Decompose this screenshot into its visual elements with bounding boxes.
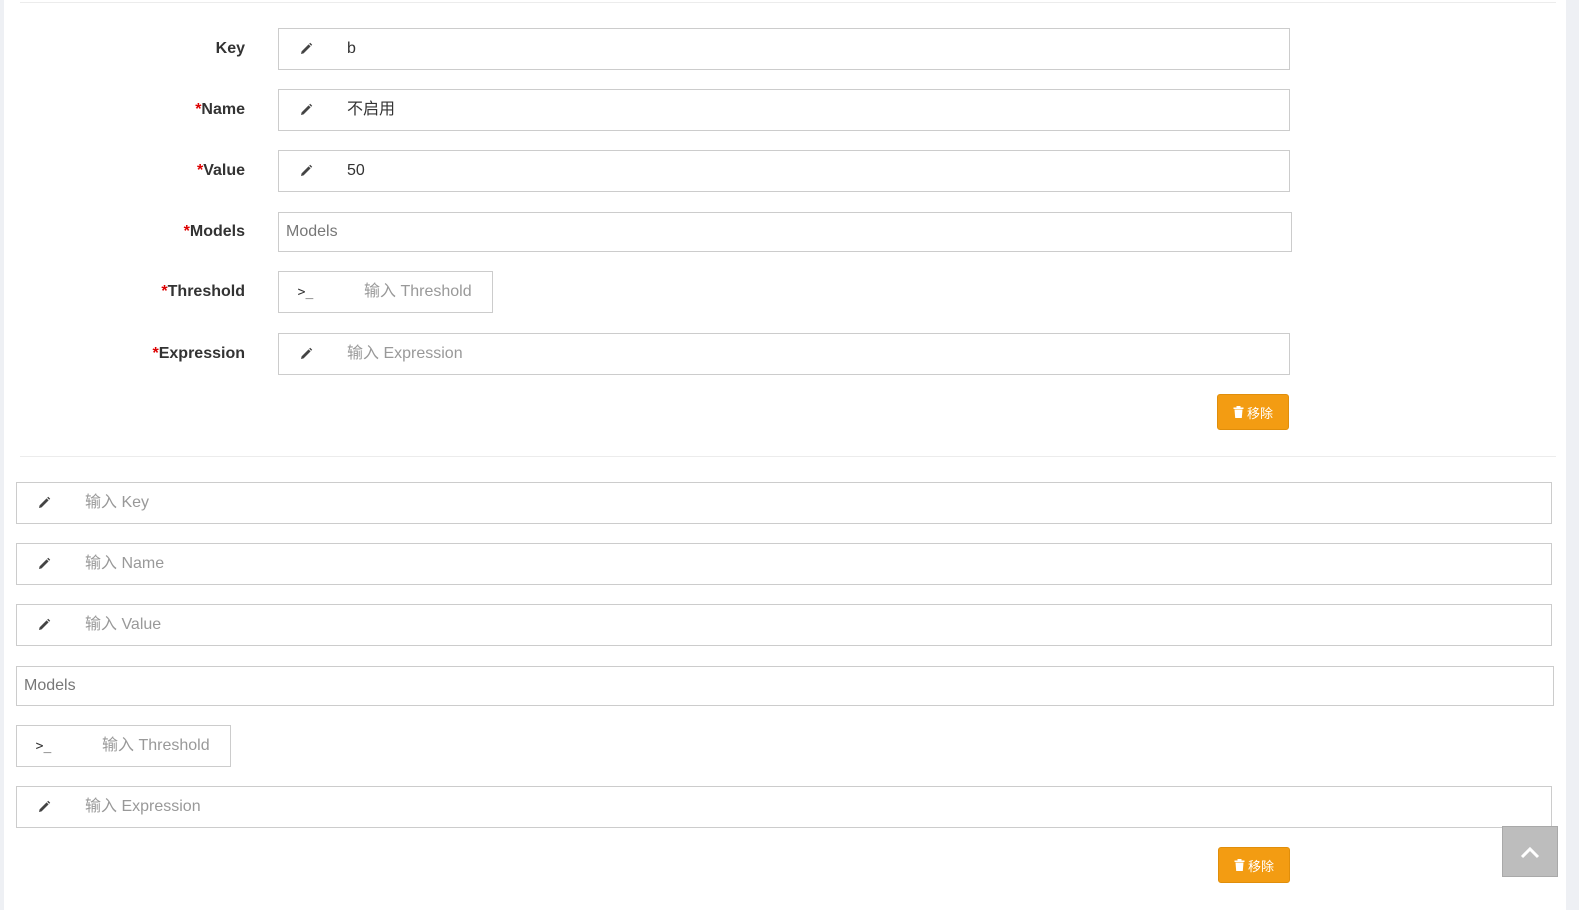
terminal-icon: >_ bbox=[278, 271, 333, 313]
pencil-icon bbox=[278, 28, 333, 70]
name-label: *Name bbox=[195, 101, 245, 118]
divider bbox=[20, 2, 1556, 3]
name-input-group: 输入 Name bbox=[16, 543, 1552, 585]
pencil-icon bbox=[16, 604, 71, 646]
value-input-group: 输入 Value bbox=[16, 604, 1552, 646]
scroll-to-top-button[interactable] bbox=[1502, 826, 1558, 877]
divider bbox=[20, 456, 1556, 457]
name-input[interactable]: 输入 Name bbox=[70, 543, 1552, 585]
value-input[interactable]: 输入 Value bbox=[70, 604, 1552, 646]
pencil-icon bbox=[278, 333, 333, 375]
key-input[interactable]: 输入 Key bbox=[70, 482, 1552, 524]
expression-input[interactable]: 输入 Expression bbox=[70, 786, 1552, 828]
trash-icon bbox=[1234, 859, 1245, 871]
expression-input[interactable]: 输入 Expression bbox=[332, 333, 1290, 375]
pencil-icon bbox=[278, 150, 333, 192]
expression-input-group: 输入 Expression bbox=[278, 333, 1290, 375]
trash-icon bbox=[1233, 406, 1244, 418]
key-input-group: 输入 Key bbox=[16, 482, 1552, 524]
threshold-input[interactable]: 输入 Threshold bbox=[70, 725, 231, 767]
models-select[interactable]: Models bbox=[16, 666, 1554, 706]
name-input[interactable]: 不启用 bbox=[332, 89, 1290, 131]
threshold-label: *Threshold bbox=[161, 283, 245, 300]
pencil-icon bbox=[16, 543, 71, 585]
form-panel: Key b *Name 不启用 *Value 50 *Models Models… bbox=[4, 0, 1566, 910]
threshold-input-group: >_ 输入 Threshold bbox=[16, 725, 231, 767]
value-input[interactable]: 50 bbox=[332, 150, 1290, 192]
remove-button[interactable]: 移除 bbox=[1218, 847, 1290, 883]
value-label: *Value bbox=[196, 162, 245, 179]
key-input[interactable]: b bbox=[332, 28, 1290, 70]
models-select[interactable]: Models bbox=[278, 212, 1292, 252]
key-label: Key bbox=[215, 40, 245, 57]
expression-input-group: 输入 Expression bbox=[16, 786, 1552, 828]
chevron-up-icon bbox=[1520, 846, 1540, 858]
pencil-icon bbox=[278, 89, 333, 131]
expression-label: *Expression bbox=[152, 345, 246, 362]
pencil-icon bbox=[16, 786, 71, 828]
threshold-input[interactable]: 输入 Threshold bbox=[332, 271, 493, 313]
value-input-group: 50 bbox=[278, 150, 1290, 192]
pencil-icon bbox=[16, 482, 71, 524]
name-input-group: 不启用 bbox=[278, 89, 1290, 131]
key-input-group: b bbox=[278, 28, 1290, 70]
models-label: *Models bbox=[183, 223, 245, 240]
threshold-input-group: >_ 输入 Threshold bbox=[278, 271, 493, 313]
terminal-icon: >_ bbox=[16, 725, 71, 767]
remove-button[interactable]: 移除 bbox=[1217, 394, 1289, 430]
